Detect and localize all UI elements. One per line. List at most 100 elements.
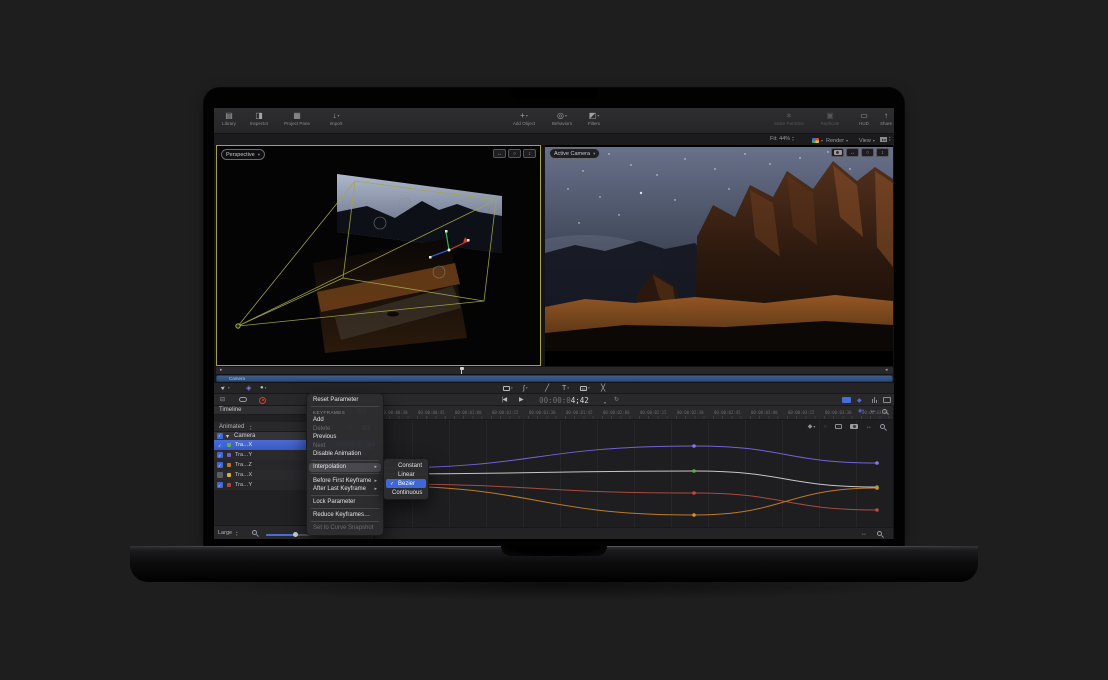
play-range-start-marker[interactable]: ▸: [220, 368, 223, 373]
timeline-ruler[interactable]: ◉• ↔ 00:00:00:3000:00:00:4500:00:01:0000…: [375, 406, 893, 420]
perspective-viewport[interactable]: Perspective ▾ ↔ ○ ↕: [216, 145, 541, 366]
ruler-tick-label: 00:00:01:15: [492, 410, 519, 415]
menu-item-disable-animation[interactable]: Disable Animation: [307, 450, 383, 459]
active-camera-viewport[interactable]: Active Camera ▾ ↔ ○ ↕: [545, 145, 893, 366]
transform-x-curve-keyframe[interactable]: [875, 461, 879, 465]
transform-x-curve-keyframe[interactable]: [692, 444, 696, 448]
curve-box-icon[interactable]: ~: [835, 424, 842, 429]
fit-icon[interactable]: ↔: [861, 531, 867, 537]
slider-thumb[interactable]: [293, 532, 298, 537]
timecode-display[interactable]: 00:00:04;42: [528, 396, 600, 405]
pan-view-button[interactable]: ↔: [493, 149, 506, 158]
menu-item-lock-parameter[interactable]: Lock Parameter: [307, 498, 383, 507]
orbit-view-button[interactable]: ○: [508, 149, 521, 158]
row-activation-checkbox[interactable]: ✓: [217, 452, 223, 458]
camera-view-popup[interactable]: Active Camera ▾: [549, 148, 600, 159]
dolly-view-button[interactable]: ↕: [876, 148, 889, 157]
row-activation-checkbox[interactable]: ✓: [217, 462, 223, 468]
menu-item-before-first-keyframe[interactable]: Before First Keyframe▸: [307, 476, 383, 485]
transform-z-curve-keyframe[interactable]: [692, 491, 696, 495]
layout-control[interactable]: ▴▾: [880, 136, 891, 142]
bezier-transform-tool[interactable]: ◈: [246, 384, 251, 393]
row-activation-checkbox[interactable]: ✓: [217, 442, 223, 448]
keyframe-popup-icon[interactable]: ◆▾: [808, 422, 816, 431]
bezier-shape-tool[interactable]: ∫▾: [523, 384, 528, 393]
library-button[interactable]: ▤Library: [216, 111, 242, 126]
menu-item-reduce-keyframes[interactable]: Reduce Keyframes…: [307, 511, 383, 520]
paint-stroke-tool[interactable]: ╱: [545, 384, 549, 393]
show-mini-timeline-icon[interactable]: [883, 397, 891, 403]
replicate-button[interactable]: ▣Replicate: [812, 111, 848, 126]
dolly-view-button[interactable]: ↕: [523, 149, 536, 158]
add-object-button[interactable]: +▾Add Object: [504, 111, 544, 126]
project-pane-button[interactable]: ▦Project Pane: [276, 111, 318, 126]
animated-popup[interactable]: Animated: [219, 424, 244, 430]
curve-snapshot-icon[interactable]: [239, 397, 247, 402]
chevron-down-icon: ▾: [873, 136, 875, 145]
show-audio-icon[interactable]: [872, 397, 877, 403]
fit-curves-icon[interactable]: ↔: [866, 424, 872, 430]
loop-playback-icon[interactable]: ↻: [614, 397, 619, 404]
row-activation-checkbox[interactable]: ✓: [217, 482, 223, 488]
curve-set-icon[interactable]: ○: [823, 424, 827, 430]
menu-item-add[interactable]: Add: [307, 416, 383, 425]
row-activation-checkbox[interactable]: [217, 472, 223, 478]
rotation-curve[interactable]: [380, 486, 877, 515]
previous-frame-button[interactable]: |◀: [502, 396, 506, 404]
make-particles-button[interactable]: ∗Make Particles: [766, 111, 812, 126]
menu-item-after-last-keyframe[interactable]: After Last Keyframe▸: [307, 485, 383, 494]
clear-curve-list-icon[interactable]: ⊟: [220, 397, 225, 404]
behaviors-button[interactable]: ◎▾Behaviors: [544, 111, 580, 126]
hud-button[interactable]: ▭HUD: [852, 111, 876, 126]
zoom-icon[interactable]: [877, 531, 882, 536]
show-keyframe-editor-icon[interactable]: ◆: [857, 397, 862, 404]
submenu-item-constant[interactable]: Constant: [386, 461, 426, 470]
rotation-curve-keyframe[interactable]: [692, 513, 696, 517]
cut-tool[interactable]: ╳: [601, 384, 605, 393]
select-tool[interactable]: ►▾: [221, 384, 230, 393]
tab-timeline[interactable]: Timeline: [219, 407, 241, 413]
menu-item-previous[interactable]: Previous: [307, 433, 383, 442]
record-animation-button[interactable]: [259, 397, 266, 404]
keyframe-editor-graph[interactable]: ◆▾ ○ ~ ↔: [375, 420, 893, 527]
camera-button[interactable]: [831, 148, 844, 157]
transform-y-curve-keyframe[interactable]: [692, 469, 696, 473]
fit-zoom-control[interactable]: Fit: 44% ▴▾: [770, 136, 794, 142]
orbit-view-button[interactable]: ○: [861, 148, 874, 157]
share-button[interactable]: ↑Share: [874, 111, 894, 126]
play-range-end-marker[interactable]: ◂: [885, 368, 888, 373]
rectangle-tool[interactable]: ▾: [503, 384, 513, 393]
submenu-item-linear[interactable]: Linear: [386, 470, 426, 479]
submenu-item-continuous[interactable]: Continuous: [386, 488, 426, 497]
snapshot-camera-icon[interactable]: [850, 424, 858, 429]
transform-x-curve[interactable]: [380, 446, 877, 468]
mask-tool[interactable]: ▭▾: [580, 384, 590, 393]
sphere-tool[interactable]: ●▾: [260, 384, 266, 393]
zoom-curves-icon[interactable]: [880, 424, 885, 429]
pan-view-button[interactable]: ↔: [846, 148, 859, 157]
camera-track-bar[interactable]: Camera: [216, 375, 893, 382]
ruler-tick-label: 00:00:02:00: [603, 410, 630, 415]
menu-item-reset-parameter[interactable]: Reset Parameter: [307, 396, 383, 405]
show-timeline-icon[interactable]: [842, 397, 851, 403]
channels-control[interactable]: ▾: [812, 136, 823, 145]
filters-button[interactable]: ◩▾Filters: [580, 111, 608, 126]
playhead[interactable]: [461, 367, 462, 374]
disclosure-triangle-icon[interactable]: ▾: [226, 433, 229, 440]
play-button[interactable]: ▶: [519, 396, 524, 404]
rotation-curve-keyframe[interactable]: [875, 486, 879, 490]
fit-zoom-label: Fit: 44%: [770, 136, 790, 142]
transform-z-curve-keyframe[interactable]: [875, 508, 879, 512]
import-button[interactable]: ↓▾Import: [320, 111, 352, 126]
submenu-item-bezier[interactable]: ✓Bezier: [386, 479, 426, 488]
view-menu[interactable]: View ▾: [859, 136, 875, 145]
mini-timeline-scrubber[interactable]: ▸ ◂: [216, 367, 893, 374]
text-tool[interactable]: T▾: [562, 384, 569, 393]
menu-item-interpolation[interactable]: Interpolation▸: [309, 463, 381, 472]
camera-view-popup[interactable]: Perspective ▾: [221, 149, 265, 160]
ruler-tick-label: 00:00:02:15: [640, 410, 667, 415]
group-activation-checkbox[interactable]: ✓: [217, 433, 223, 439]
row-size-popup[interactable]: Large: [218, 530, 232, 536]
render-menu[interactable]: Render ▾: [826, 136, 848, 145]
inspector-button[interactable]: ◨Inspector: [242, 111, 276, 126]
